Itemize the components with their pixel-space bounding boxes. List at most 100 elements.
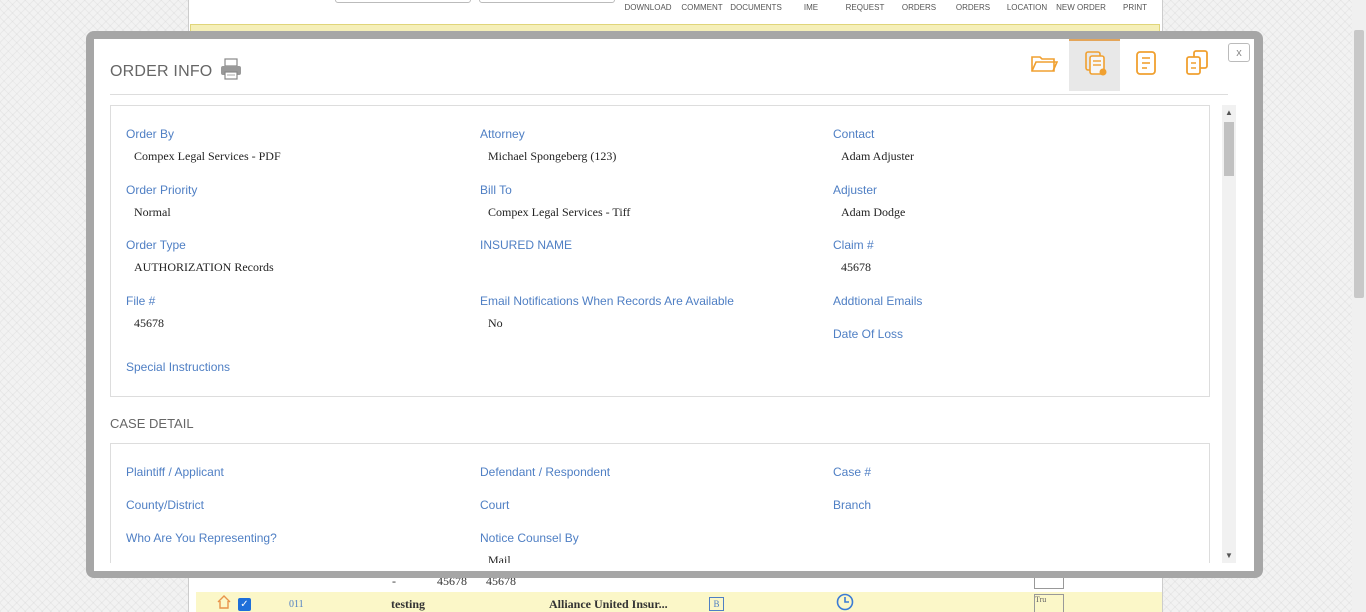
tab-document[interactable] [1120,39,1171,91]
field-label: Order Type [126,238,186,252]
field-label: Order By [126,127,175,141]
bg-toolbar: DOWNLOAD COMMENT DOCUMENTS IME REQUEST O… [620,0,1162,14]
field-value: 45678 [134,316,164,330]
bg-row-company: Alliance United Insur... [549,596,668,611]
documents-stack-icon [1082,50,1108,83]
field-special-instructions: Special Instructions [126,360,230,374]
bg-tool-ime[interactable]: IME [784,0,838,14]
bg-search-input-2[interactable] [479,0,615,3]
tab-folder[interactable] [1018,39,1069,91]
page-scrollbar[interactable] [1352,0,1366,612]
field-adjuster: Adjuster Adam Dodge [833,183,905,220]
field-insured-name: INSURED NAME [480,238,572,252]
bg-tool-location[interactable]: LOCATION [1000,0,1054,14]
field-label: Adjuster [833,183,878,197]
document-icon [1134,49,1158,82]
field-additional-emails: Addtional Emails [833,294,922,308]
field-email-notifications: Email Notifications When Records Are Ava… [480,294,734,331]
field-county: County/District [126,498,204,512]
bg-table-row: ✓ 011 testing Alliance United Insur... B… [196,592,1162,612]
bg-tool-request[interactable]: REQUEST [838,0,892,14]
field-court: Court [480,498,509,512]
field-value: AUTHORIZATION Records [134,260,274,274]
order-info-panel: Order By Compex Legal Services - PDF Att… [110,105,1210,397]
field-case-number: Case # [833,465,871,479]
field-notice-counsel: Notice Counsel By Mail [480,531,579,563]
bg-tool-orders-2[interactable]: ORDERS [946,0,1000,14]
field-file-number: File # 45678 [126,294,164,331]
field-bill-to: Bill To Compex Legal Services - Tiff [480,183,630,220]
field-label: Branch [833,498,872,512]
field-label: Date Of Loss [833,327,904,341]
modal-title: ORDER INFO [110,58,243,85]
bg-row-name[interactable]: testing [391,597,425,612]
tab-copies[interactable] [1171,39,1222,91]
case-detail-panel: Plaintiff / Applicant Defendant / Respon… [110,443,1210,563]
copy-icon [1184,49,1210,82]
case-detail-heading: CASE DETAIL [110,416,194,431]
field-label: Court [480,498,510,512]
field-label: File # [126,294,156,308]
field-value: Normal [134,205,171,219]
field-date-of-loss: Date Of Loss [833,327,903,341]
bg-tool-new-order[interactable]: NEW ORDER [1054,0,1108,14]
field-value: Mail [488,553,511,563]
bg-tool-print[interactable]: PRINT [1108,0,1162,14]
field-value: Michael Spongeberg (123) [488,149,617,163]
field-value: Adam Dodge [841,205,906,219]
tab-order-info[interactable] [1069,39,1120,91]
field-label: INSURED NAME [480,238,573,252]
field-label: Order Priority [126,183,198,197]
field-contact: Contact Adam Adjuster [833,127,914,164]
page-scrollbar-thumb[interactable] [1354,30,1364,298]
field-label: Defendant / Respondent [480,465,611,479]
field-label: Who Are You Representing? [126,531,277,545]
field-claim-number: Claim # 45678 [833,238,874,275]
field-order-type: Order Type AUTHORIZATION Records [126,238,274,275]
modal-scroll-area[interactable]: Order By Compex Legal Services - PDF Att… [110,105,1228,563]
field-label: Case # [833,465,872,479]
field-value: No [488,316,503,330]
bg-tool-download[interactable]: DOWNLOAD [620,0,676,14]
bg-tool-documents[interactable]: DOCUMENTS [728,0,784,14]
field-value: Compex Legal Services - Tiff [488,205,631,219]
field-attorney: Attorney Michael Spongeberg (123) [480,127,616,164]
home-icon[interactable] [216,594,232,612]
scroll-down-arrow-icon[interactable]: ▼ [1225,551,1233,560]
field-label: Special Instructions [126,360,231,374]
printer-icon[interactable] [219,58,243,85]
modal-title-text: ORDER INFO [110,62,213,80]
header-divider [110,94,1228,95]
order-info-modal: ORDER INFO x Order By Compex Legal Servi… [94,39,1254,571]
bg-row-badge[interactable]: B [709,597,724,611]
field-representing: Who Are You Representing? [126,531,277,545]
field-defendant: Defendant / Respondent [480,465,610,479]
field-label: County/District [126,498,205,512]
field-order-priority: Order Priority Normal [126,183,197,220]
modal-scrollbar[interactable]: ▲ ▼ [1222,105,1236,563]
row-checkbox[interactable]: ✓ [238,597,251,611]
field-value: Compex Legal Services - PDF [134,149,281,163]
scroll-up-arrow-icon[interactable]: ▲ [1225,108,1233,117]
modal-scrollbar-thumb[interactable] [1224,122,1234,176]
bg-tool-comment[interactable]: COMMENT [676,0,728,14]
close-button[interactable]: x [1228,43,1250,62]
field-label: Email Notifications When Records Are Ava… [480,294,734,308]
field-value: Adam Adjuster [841,149,914,163]
bg-summary-thumb[interactable]: Tru [1034,594,1064,612]
field-plaintiff: Plaintiff / Applicant [126,465,224,479]
modal-view-tabs [1018,39,1222,91]
bg-search-input-1[interactable] [335,0,471,3]
field-label: Plaintiff / Applicant [126,465,224,479]
field-branch: Branch [833,498,871,512]
field-label: Contact [833,127,875,141]
bg-row-id[interactable]: 011 [289,599,304,610]
field-label: Claim # [833,238,874,252]
field-label: Bill To [480,183,512,197]
clock-icon[interactable] [836,593,854,612]
field-value: 45678 [841,260,871,274]
field-label: Attorney [480,127,525,141]
field-label: Notice Counsel By [480,531,579,545]
bg-tool-orders[interactable]: ORDERS [892,0,946,14]
folder-icon [1030,52,1058,79]
